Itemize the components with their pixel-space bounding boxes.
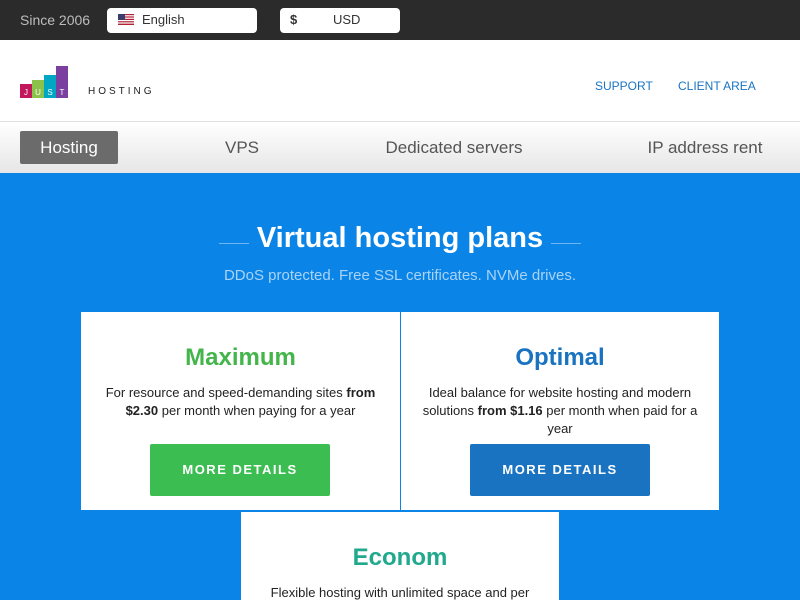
svg-text:T: T xyxy=(60,88,65,97)
plan-name: Econom xyxy=(352,544,448,571)
plan-card-optimal: Optimal Ideal balance for website hostin… xyxy=(401,312,719,510)
top-bar: Since 2006 English $ USD xyxy=(0,0,800,40)
nav-ip-address-rent[interactable]: IP address rent xyxy=(636,131,774,164)
more-details-button[interactable]: MORE DETAILS xyxy=(150,444,330,496)
currency-select[interactable]: $ USD xyxy=(280,8,400,33)
plan-price: from $1.16 xyxy=(477,403,543,418)
site-logo[interactable]: J U S T HOSTING xyxy=(20,62,160,102)
us-flag-icon xyxy=(118,14,134,25)
since-label: Since 2006 xyxy=(20,12,91,28)
language-label: English xyxy=(142,12,185,27)
svg-text:U: U xyxy=(35,88,41,97)
currency-symbol: $ xyxy=(290,12,298,27)
plan-name: Optimal xyxy=(515,344,605,371)
nav-dedicated-servers[interactable]: Dedicated servers xyxy=(372,131,536,164)
site-header: J U S T HOSTING SUPPORT CLIENT AREA xyxy=(0,40,800,121)
currency-label: USD xyxy=(333,12,361,27)
svg-text:S: S xyxy=(47,88,52,97)
plan-card-econom: Econom Flexible hosting with unlimited s… xyxy=(241,512,559,600)
language-select[interactable]: English xyxy=(107,8,257,33)
plan-description: For resource and speed-demanding sites f… xyxy=(105,385,376,418)
nav-hosting[interactable]: Hosting xyxy=(20,131,118,164)
nav-vps[interactable]: VPS xyxy=(200,131,284,164)
page-subtitle: DDoS protected. Free SSL certificates. N… xyxy=(223,267,577,284)
main-nav: Hosting VPS Dedicated servers IP address… xyxy=(0,121,800,173)
client-area-link[interactable]: CLIENT AREA xyxy=(678,79,756,93)
more-details-button[interactable]: MORE DETAILS xyxy=(470,444,650,496)
plan-name: Maximum xyxy=(185,344,296,371)
logo-wordmark: HOSTING xyxy=(88,86,155,97)
page-title: Virtual hosting plans xyxy=(256,222,544,254)
svg-text:J: J xyxy=(24,88,28,97)
support-link[interactable]: SUPPORT xyxy=(595,79,653,93)
plan-card-maximum: Maximum For resource and speed-demanding… xyxy=(81,312,400,510)
plan-description: Flexible hosting with unlimited space an… xyxy=(270,585,530,600)
plan-description: Ideal balance for website hosting and mo… xyxy=(422,385,698,436)
